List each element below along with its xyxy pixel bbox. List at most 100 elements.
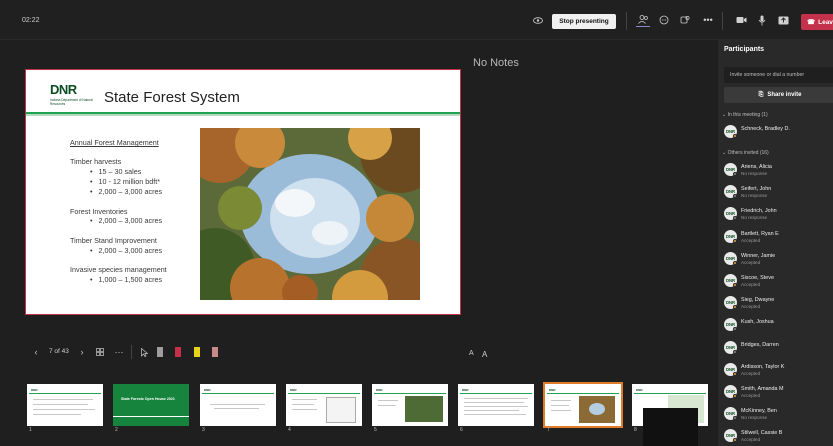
participant-name: Siscoe, Steve [741,275,774,281]
participant-row[interactable]: DNR Seifert, John No response [724,184,833,204]
presence-indicator [733,216,737,221]
reactions-icon[interactable] [678,13,692,27]
self-view-video [643,408,698,446]
participant-status: Accepted [741,304,761,310]
decrease-font-button[interactable]: A [469,350,474,357]
slide-section-title: Timber Stand Improvement [70,236,157,245]
pointer-icon[interactable] [140,347,149,357]
slide-bullet: 2,000 – 3,000 acres [90,216,163,225]
participant-row[interactable]: DNR Bridges, Darren [724,340,833,360]
meeting-toolbar: 02:22 Stop presenting ••• ☎ Leav [0,0,833,40]
thumbnail-number: 8 [634,427,637,433]
participant-row[interactable]: DNR McKinney, Ben No response [724,406,833,426]
presence-indicator [733,283,737,287]
slide-section-title: Invasive species management [70,265,167,274]
leave-label: Leav [818,18,833,26]
teams-presenter-window: 02:22 Stop presenting ••• ☎ Leav No Note… [0,0,833,446]
thumbnail-number: 3 [202,427,205,433]
slide-thumbnail[interactable]: DNR [27,384,103,426]
panel-title: Participants [724,46,765,53]
participant-name: Bridges, Darren [741,341,779,348]
leave-button[interactable]: ☎ Leav [801,14,833,30]
toolbar-divider [722,12,723,30]
slide-title: State Forest System [104,89,240,106]
share-invite-button[interactable]: ⎘ Share invite [724,87,833,103]
presence-indicator [733,394,737,398]
participant-status: Accepted [741,370,761,376]
participant-name: Friedrich, John [741,208,777,215]
participant-row[interactable]: DNR Bartlett, Ryan E Accepted [724,229,833,249]
participant-row[interactable]: DNR Ardisson, Taylor K Accepted [724,362,833,382]
share-invite-label: Share invite [767,92,802,98]
participant-status: Accepted [741,282,761,287]
section-label: In this meeting (1) [727,112,768,118]
mic-icon[interactable] [755,13,769,27]
participants-icon[interactable] [636,13,650,27]
highlighter-icon[interactable] [194,347,200,357]
participant-row[interactable]: DNR Friedrich, John No response [724,206,833,226]
red-pen-icon[interactable] [175,347,181,357]
participant-row[interactable]: DNR Ariens, Alicia No response [724,162,833,182]
speaker-notes: No Notes [473,57,519,69]
more-icon[interactable]: ••• [701,13,715,27]
participant-row[interactable]: DNR Winner, Jamie Accepted [724,251,833,271]
increase-font-button[interactable]: A [482,350,487,359]
forest-canopy-photo [200,128,420,300]
participant-status: Accepted [741,237,761,243]
participant-name: Ardisson, Taylor K [741,363,785,370]
current-slide: DNR Indiana Department of Natural Resour… [25,69,461,315]
thumbnail-number: 4 [288,427,291,433]
slide-thumbnail[interactable]: DNR [286,384,362,426]
stop-presenting-button[interactable]: Stop presenting [552,14,616,29]
participant-name: Ariens, Alicia [741,164,772,170]
eraser-icon[interactable] [212,347,218,357]
participant-status: No response [741,415,768,421]
slide-bullet: 10 - 12 million bdft* [90,177,161,186]
invite-input[interactable]: Invite someone or dial a number [724,67,833,83]
presence-indicator [733,371,737,376]
slide-thumbnail[interactable]: DNR [458,384,534,426]
participant-name: McKinney, Ben [741,408,777,415]
dnr-logo-subtitle: Indiana Department of Natural Resources [50,98,93,106]
participant-status: No response [741,193,768,199]
previous-slide-button[interactable]: ‹ [32,347,40,357]
dnr-logo: DNR [50,82,77,97]
participant-row[interactable]: DNR Kush, Joshua [724,317,833,337]
participants-panel: Participants Invite someone or dial a nu… [718,40,833,446]
slide-thumbnail[interactable]: State Forests Open House 2021 [113,384,189,426]
participant-name: Stilwell, Cassie B [741,430,783,437]
eye-icon[interactable] [531,13,545,27]
participant-row[interactable]: DNR Schneck, Bradley D. [724,124,833,144]
participant-row[interactable]: DNR Stilwell, Cassie B Accepted [724,428,833,446]
thumbnail-title: State Forests Open House 2021 [121,397,175,401]
participant-row[interactable]: DNR Smith, Amanda M Accepted [724,384,833,404]
more-options-icon[interactable]: ··· [113,347,125,357]
share-screen-icon[interactable] [776,13,790,27]
presence-indicator [733,416,737,421]
participant-status: Accepted [741,437,761,443]
slide-thumbnail-selected[interactable]: DNR [543,382,623,428]
slide-bullet: 2,000 – 3,000 acres [90,187,163,196]
slide-grid-icon[interactable] [95,347,105,357]
slide-section-title: Timber harvests [70,157,122,166]
slide-bullet: 2,000 – 3,000 acres [90,246,163,255]
chat-icon[interactable] [657,13,671,27]
participant-name: Bartlett, Ryan E [741,230,779,237]
slide-section-title: Forest Inventories [70,207,128,216]
others-invited-section[interactable]: ⌄ Others invited (16) [722,150,769,156]
in-meeting-section[interactable]: ⌄ In this meeting (1) [722,112,768,118]
participant-row[interactable]: DNR Sieg, Dwayne Accepted [724,295,833,315]
presence-indicator [733,238,737,243]
slide-thumbnail[interactable]: DNR [372,384,448,426]
presence-indicator [733,327,737,332]
participant-status: Accepted [741,393,761,398]
camera-icon[interactable] [734,13,748,27]
presence-indicator [733,172,737,176]
next-slide-button[interactable]: › [78,347,86,357]
pen-icon[interactable] [157,347,163,357]
participant-status: Accepted [741,259,761,265]
participant-name: Winner, Jamie [741,252,776,259]
participant-row[interactable]: DNR Siscoe, Steve Accepted [724,273,833,293]
phone-icon: ☎ [807,19,816,26]
slide-thumbnail[interactable]: DNR [200,384,276,426]
